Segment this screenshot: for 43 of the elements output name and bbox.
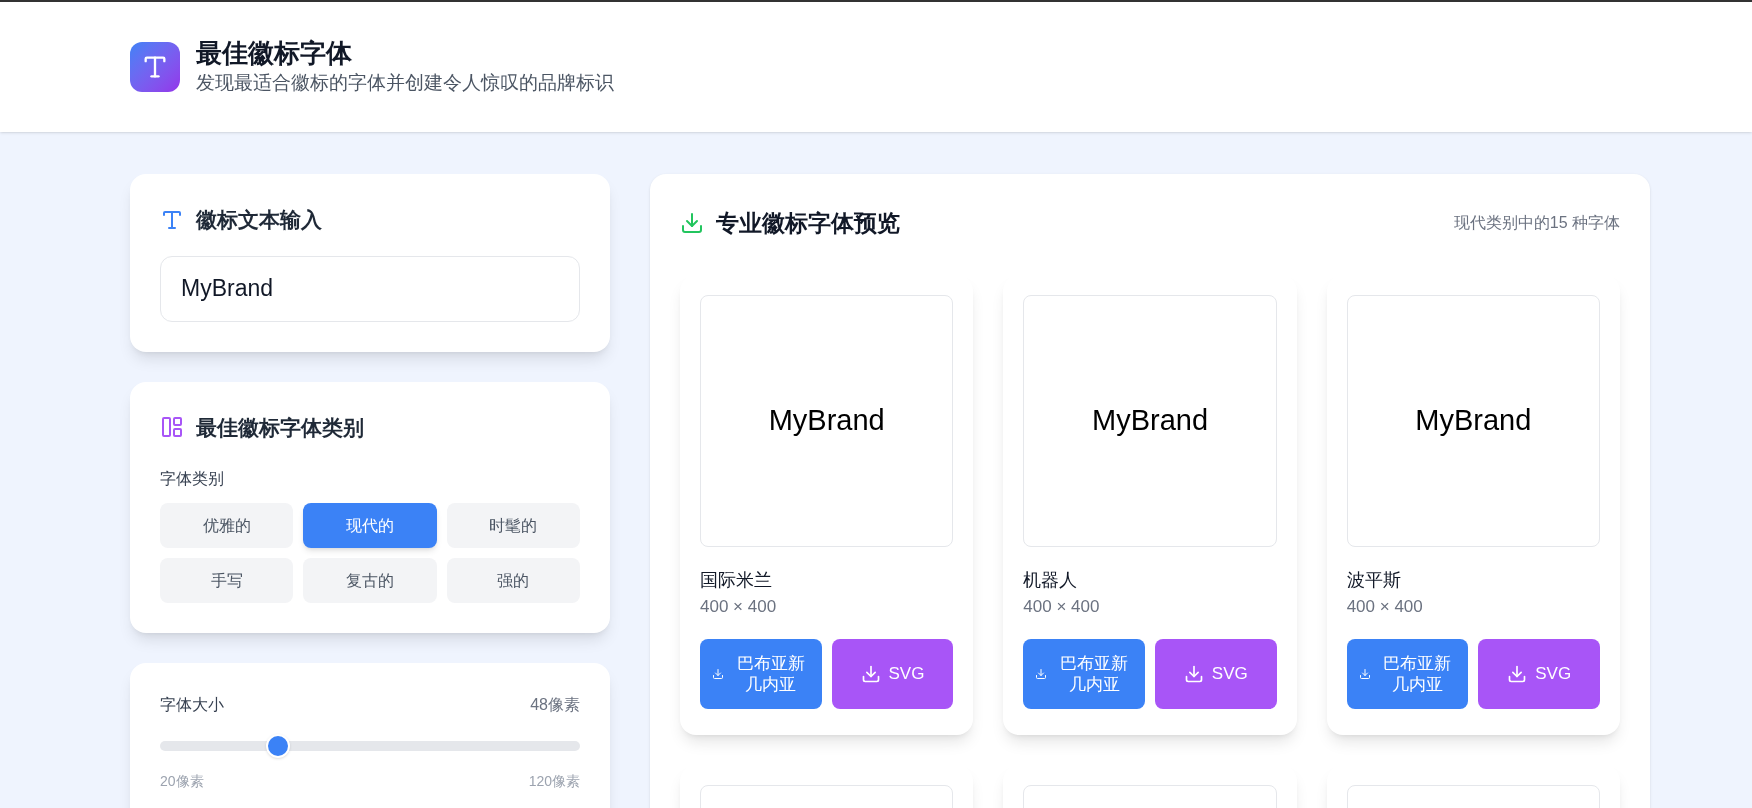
- card-title: 徽标文本输入: [196, 207, 322, 233]
- max-label: 120像素: [528, 772, 580, 791]
- font-size-label: 字体大小: [160, 695, 224, 715]
- category-button[interactable]: 优雅的: [160, 503, 294, 548]
- card-title: 最佳徽标字体类别: [196, 414, 364, 441]
- category-button[interactable]: 强的: [446, 558, 580, 603]
- svg-download-button[interactable]: SVG: [1155, 639, 1277, 709]
- font-sample: MyBrand: [768, 402, 885, 438]
- layout-icon: [160, 415, 184, 440]
- font-size-reading: 48像素: [530, 695, 580, 715]
- min-label: 20像素: [160, 772, 204, 791]
- download-icon: [1507, 664, 1528, 684]
- font-count: 现代类别中的15 种字体: [1453, 213, 1620, 234]
- category-button[interactable]: 现代的: [303, 503, 437, 548]
- svg-download-button[interactable]: SVG: [831, 639, 954, 709]
- font-name: 机器人: [1023, 568, 1079, 592]
- png-download-button[interactable]: 巴布亚新几内亚: [700, 639, 822, 709]
- png-download-button[interactable]: 巴布亚新几内亚: [1023, 639, 1145, 709]
- category-button[interactable]: 时髦的: [446, 503, 580, 548]
- category-button[interactable]: 复古的: [303, 558, 437, 603]
- download-icon: [1183, 664, 1204, 684]
- font-sample: MyBrand: [1415, 402, 1532, 438]
- font-sample: MyBrand: [1091, 402, 1208, 438]
- logo-text-field[interactable]: MyBrand: [160, 255, 580, 322]
- font-dimensions: 400 × 400: [1023, 595, 1101, 618]
- png-download-button[interactable]: 巴布亚新几内亚: [1346, 639, 1469, 709]
- app-subtitle: 发现最适合徽标的字体并创建令人惊叹的品牌标识: [196, 71, 614, 95]
- download-icon: [1035, 668, 1048, 680]
- logo-icon: [130, 42, 180, 92]
- font-name: 波平斯: [1346, 568, 1402, 592]
- slider-thumb[interactable]: [265, 734, 290, 758]
- font-dimensions: 400 × 400: [1346, 595, 1424, 618]
- download-icon: [712, 668, 724, 680]
- download-icon: [680, 211, 704, 236]
- font-name: 国际米兰: [700, 568, 773, 592]
- svg-download-button[interactable]: SVG: [1478, 639, 1600, 709]
- app-title: 最佳徽标字体: [196, 36, 353, 69]
- category-button[interactable]: 手写: [160, 558, 294, 603]
- font-dimensions: 400 × 400: [700, 595, 778, 618]
- panel-title: 专业徽标字体预览: [716, 209, 900, 238]
- download-icon: [1358, 668, 1371, 680]
- category-label: 字体类别: [160, 469, 225, 489]
- download-icon: [860, 664, 881, 684]
